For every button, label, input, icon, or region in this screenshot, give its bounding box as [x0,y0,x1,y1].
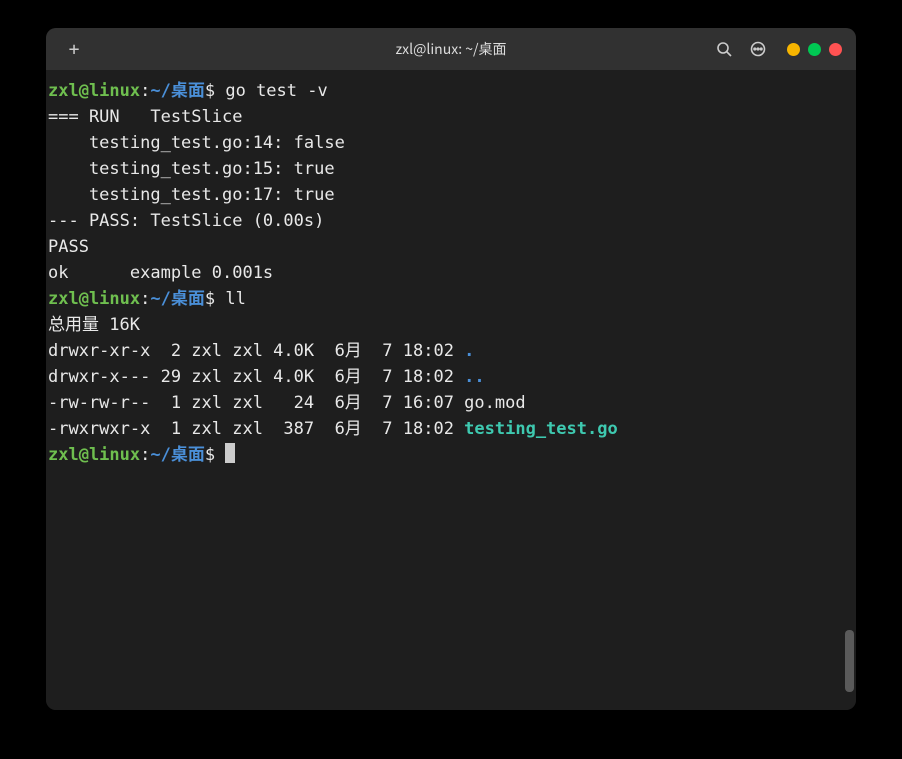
menu-icon [750,41,766,57]
window-controls [787,43,842,56]
prompt-path: ~/桌面 [150,445,204,465]
titlebar-right-controls [713,38,842,60]
prompt-line-3: zxl@linux:~/桌面$ [48,442,854,468]
output-log-1: testing_test.go:14: false [48,130,854,156]
prompt-line-2: zxl@linux:~/桌面$ ll [48,286,854,312]
ll-row-prefix: drwxr-x--- 29 zxl zxl 4.0K 6月 7 18:02 [48,367,464,387]
search-button[interactable] [713,38,735,60]
output-pass-line: --- PASS: TestSlice (0.00s) [48,208,854,234]
prompt-line-1: zxl@linux:~/桌面$ go test -v [48,78,854,104]
window-title: zxl@linux: ~/桌面 [396,39,507,59]
ll-header: 总用量 16K [48,312,854,338]
close-button[interactable] [829,43,842,56]
prompt-symbol: $ [205,289,215,309]
scrollbar[interactable] [845,630,854,692]
titlebar: + zxl@linux: ~/桌面 [46,28,856,70]
prompt-path: ~/桌面 [150,289,204,309]
minimize-button[interactable] [787,43,800,56]
ll-row-prefix: drwxr-xr-x 2 zxl zxl 4.0K 6月 7 18:02 [48,341,464,361]
ll-row-prefix: -rwxrwxr-x 1 zxl zxl 387 6月 7 18:02 [48,419,464,439]
new-tab-button[interactable]: + [60,35,88,63]
ll-row-name: testing_test.go [464,419,618,439]
menu-button[interactable] [747,38,769,60]
plus-icon: + [69,39,80,60]
prompt-user-host: zxl@linux [48,289,140,309]
maximize-button[interactable] [808,43,821,56]
output-log-2: testing_test.go:15: true [48,156,854,182]
command-text: ll [225,289,245,309]
ll-row-3: -rw-rw-r-- 1 zxl zxl 24 6月 7 16:07 go.mo… [48,390,854,416]
terminal-body[interactable]: zxl@linux:~/桌面$ go test -v === RUN TestS… [46,70,856,710]
ll-row-name: . [464,341,474,361]
prompt-user-host: zxl@linux [48,445,140,465]
output-pass: PASS [48,234,854,260]
prompt-path: ~/桌面 [150,81,204,101]
ll-row-1: drwxr-xr-x 2 zxl zxl 4.0K 6月 7 18:02 . [48,338,854,364]
prompt-separator: : [140,81,150,101]
ll-row-2: drwxr-x--- 29 zxl zxl 4.0K 6月 7 18:02 .. [48,364,854,390]
cursor [225,443,235,463]
output-log-3: testing_test.go:17: true [48,182,854,208]
output-ok: ok example 0.001s [48,260,854,286]
command-text: go test -v [225,81,327,101]
prompt-symbol: $ [205,81,215,101]
prompt-user-host: zxl@linux [48,81,140,101]
search-icon [716,41,732,57]
ll-row-name: go.mod [464,393,525,413]
terminal-window: + zxl@linux: ~/桌面 [46,28,856,710]
prompt-symbol: $ [205,445,215,465]
prompt-separator: : [140,289,150,309]
ll-row-4: -rwxrwxr-x 1 zxl zxl 387 6月 7 18:02 test… [48,416,854,442]
ll-row-name: .. [464,367,484,387]
prompt-separator: : [140,445,150,465]
output-run: === RUN TestSlice [48,104,854,130]
ll-row-prefix: -rw-rw-r-- 1 zxl zxl 24 6月 7 16:07 [48,393,464,413]
